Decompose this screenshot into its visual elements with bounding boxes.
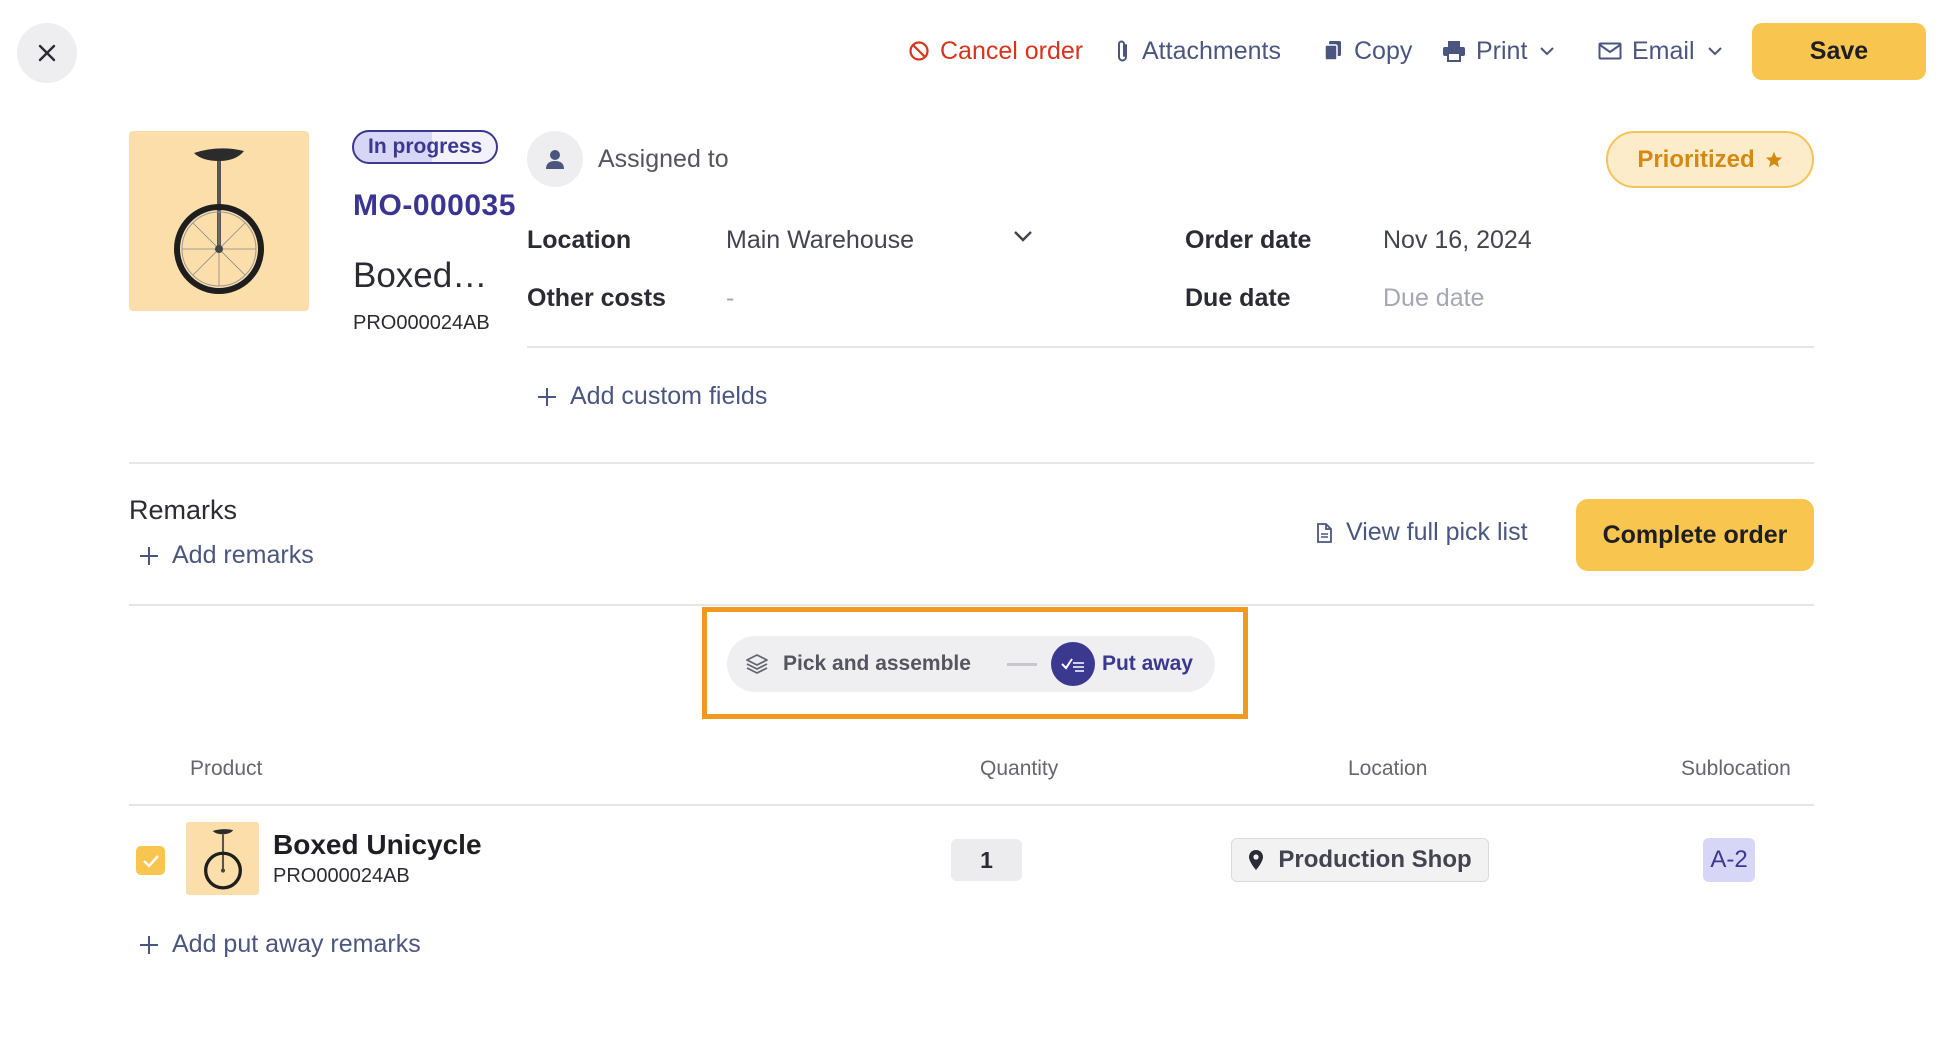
row-location[interactable]: Production Shop: [1231, 838, 1489, 882]
cancel-icon: [909, 41, 929, 61]
location-label: Location: [527, 226, 632, 254]
due-date-label: Due date: [1185, 284, 1291, 312]
assignee-avatar[interactable]: [527, 131, 583, 187]
user-icon: [546, 150, 564, 169]
product-code: PRO000024AB: [353, 312, 490, 334]
add-put-away-remarks-label: Add put away remarks: [172, 930, 421, 958]
close-button[interactable]: [17, 23, 77, 83]
step-put-away-label[interactable]: Put away: [1102, 652, 1193, 676]
row-sublocation[interactable]: A-2: [1703, 838, 1755, 882]
row-checkbox[interactable]: [136, 846, 165, 875]
star-icon: [1765, 151, 1782, 167]
step-put-away-indicator[interactable]: [1050, 642, 1095, 686]
unicycle-icon: [174, 148, 264, 294]
cancel-order-button[interactable]: Cancel order: [908, 30, 1083, 72]
other-costs-value[interactable]: -: [726, 284, 734, 313]
add-custom-fields-label: Add custom fields: [570, 382, 768, 410]
prioritized-label: Prioritized: [1637, 145, 1755, 173]
map-pin-icon: [1249, 850, 1264, 870]
checkmark-icon: [142, 854, 159, 868]
copy-label: Copy: [1354, 36, 1413, 65]
document-icon: [1317, 522, 1332, 543]
paperclip-icon: [1118, 40, 1127, 62]
checklist-icon: [1061, 658, 1084, 672]
due-date-input[interactable]: Due date: [1383, 284, 1484, 313]
remarks-title: Remarks: [129, 495, 238, 525]
printer-icon: [1443, 41, 1465, 62]
divider: [129, 462, 1814, 464]
print-label: Print: [1476, 36, 1528, 65]
add-remarks-label: Add remarks: [172, 541, 314, 569]
plus-icon: [538, 387, 556, 406]
add-custom-fields-button[interactable]: Add custom fields: [536, 382, 767, 411]
step-pick-and-assemble[interactable]: Pick and assemble: [745, 652, 971, 676]
complete-order-button[interactable]: Complete order: [1576, 499, 1814, 571]
view-pick-list-label: View full pick list: [1346, 518, 1528, 546]
production-stepper: Pick and assemble Put away: [727, 636, 1215, 692]
product-image: [129, 131, 309, 311]
other-costs-label: Other costs: [527, 284, 666, 312]
order-date-label: Order date: [1185, 226, 1312, 254]
chevron-down-icon: [1707, 47, 1722, 56]
cancel-order-label: Cancel order: [940, 36, 1084, 65]
plus-icon: [140, 546, 158, 565]
email-label: Email: [1632, 36, 1695, 65]
order-date-value[interactable]: Nov 16, 2024: [1383, 226, 1532, 255]
column-header-quantity: Quantity: [980, 757, 1059, 780]
close-icon: [38, 44, 56, 62]
location-select[interactable]: Main Warehouse: [726, 226, 914, 255]
row-product-name[interactable]: Boxed Unicycle: [273, 829, 482, 861]
save-button[interactable]: Save: [1752, 23, 1926, 80]
chevron-down-icon: [1540, 47, 1555, 56]
row-product-code: PRO000024AB: [273, 865, 410, 887]
status-badge: In progress: [352, 130, 499, 164]
copy-button[interactable]: Copy: [1322, 30, 1412, 72]
row-location-label: Production Shop: [1278, 846, 1472, 873]
assigned-to-label[interactable]: Assigned to: [598, 145, 729, 174]
add-remarks-button[interactable]: Add remarks: [138, 541, 314, 570]
email-button[interactable]: Email: [1598, 30, 1723, 72]
order-id: MO-000035: [353, 189, 516, 222]
divider: [527, 346, 1814, 348]
attachments-button[interactable]: Attachments: [1114, 30, 1281, 72]
view-pick-list-button[interactable]: View full pick list: [1316, 518, 1528, 547]
column-header-sublocation: Sublocation: [1681, 757, 1791, 780]
column-header-product: Product: [190, 757, 263, 780]
unicycle-icon: [203, 828, 242, 890]
add-put-away-remarks-button[interactable]: Add put away remarks: [138, 930, 421, 959]
column-header-location: Location: [1348, 757, 1428, 780]
chevron-down-icon[interactable]: [1012, 229, 1034, 243]
copy-icon: [1324, 41, 1341, 61]
print-button[interactable]: Print: [1442, 30, 1555, 72]
envelope-icon: [1598, 42, 1622, 60]
divider: [129, 604, 1814, 606]
layers-icon: [746, 654, 768, 674]
row-product-image: [186, 822, 259, 895]
step-connector: [1006, 662, 1037, 666]
attachments-label: Attachments: [1142, 36, 1281, 65]
plus-icon: [140, 935, 158, 954]
prioritized-toggle[interactable]: Prioritized: [1606, 131, 1814, 188]
row-quantity[interactable]: 1: [951, 839, 1022, 881]
product-name: Boxed…: [353, 256, 488, 295]
step-pick-and-assemble-label: Pick and assemble: [783, 652, 971, 675]
divider: [129, 804, 1814, 806]
